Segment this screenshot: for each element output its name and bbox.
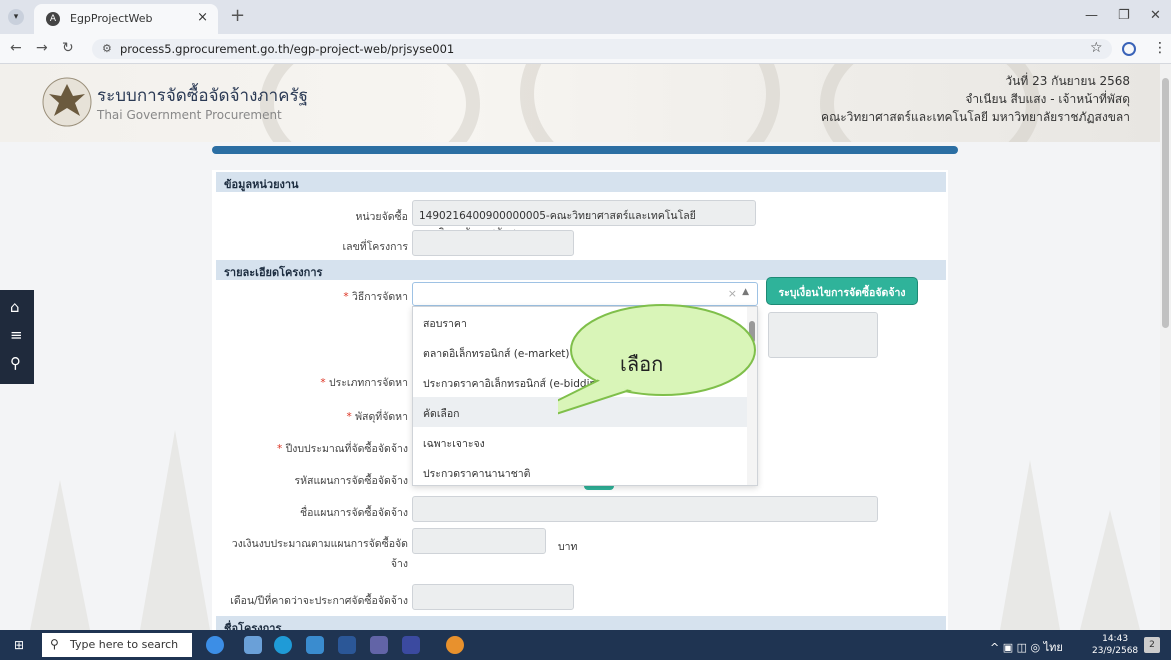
close-window-icon[interactable]: ✕: [1150, 8, 1161, 23]
menu-kebab-icon[interactable]: ⋮: [1153, 40, 1167, 56]
browser-tab-bar: ▾ A EgpProjectWeb × + — ❐ ✕: [0, 0, 1171, 34]
edge-icon[interactable]: [274, 636, 292, 654]
option-international[interactable]: ประกวดราคานานาชาติ: [413, 457, 749, 485]
callout-text: เลือก: [620, 352, 664, 376]
project-no-field: [412, 230, 574, 256]
unit-field: 1490216400900000005-คณะวิทยาศาสตร์และเทค…: [412, 200, 756, 239]
current-date: วันที่ 23 กันยายน 2568: [1005, 74, 1130, 88]
home-icon[interactable]: ⌂: [10, 298, 20, 316]
label-budget-amount: วงเงินงบประมาณตามแผนการจัดซื้อจัด จ้าง: [231, 538, 408, 570]
label-unit: หน่วยจัดซื้อ: [355, 211, 408, 223]
teams-icon[interactable]: [370, 636, 388, 654]
condition-button[interactable]: ระบุเงื่อนไขการจัดซื้อจัดจ้าง: [767, 278, 917, 304]
address-bar: ← → ↻ ⚙ process5.gprocurement.go.th/egp-…: [0, 34, 1171, 64]
plan-name-field: [412, 496, 878, 522]
browser-tab[interactable]: A EgpProjectWeb ×: [34, 4, 218, 34]
chevron-up-icon[interactable]: ▲: [742, 287, 749, 297]
user-name: จำเนียน สีบแสง - เจ้าหน้าที่พัสดุ: [965, 92, 1130, 106]
label-project-no: เลขที่โครงการ: [342, 241, 408, 253]
windows-start-icon[interactable]: ⊞: [14, 638, 28, 652]
notification-icon[interactable]: 2: [1144, 637, 1160, 653]
url-field[interactable]: ⚙ process5.gprocurement.go.th/egp-projec…: [92, 39, 1112, 59]
label-plan-name: ชื่อแผนการจัดซื้อจัดจ้าง: [300, 507, 408, 519]
chrome-icon[interactable]: [446, 636, 464, 654]
label-type: * ประเภทการจัดหา: [320, 377, 408, 389]
clock[interactable]: 14:43 23/9/2568: [1092, 633, 1138, 657]
new-tab-icon[interactable]: +: [230, 5, 245, 26]
label-announce: เดือน/ปีที่คาดว่าจะประกาศจัดซื้อจัดจ้าง: [230, 595, 408, 607]
system-tray[interactable]: ^ ▣ ◫ ◎ ไทย: [990, 638, 1063, 656]
taskbar-search[interactable]: ⚲ Type here to search: [42, 633, 192, 657]
label-supply: * พัสดุที่จัดหา: [346, 411, 408, 423]
unit-baht: บาท: [558, 541, 578, 553]
option-specific[interactable]: เฉพาะเจาะจง: [413, 427, 749, 457]
progress-bar: [212, 146, 958, 154]
url-text: process5.gprocurement.go.th/egp-project-…: [120, 42, 455, 56]
minimize-icon[interactable]: —: [1085, 8, 1098, 23]
section-agency: ข้อมูลหน่วยงาน: [216, 172, 946, 192]
search-icon[interactable]: ⚲: [10, 354, 21, 372]
user-info: วันที่ 23 กันยายน 2568 จำเนียน สีบแสง - …: [821, 72, 1130, 126]
condition-textarea: [768, 312, 878, 358]
reload-icon[interactable]: ↻: [62, 40, 74, 56]
system-name-thai: ระบบการจัดซื้อจัดจ้างภาครัฐ: [97, 86, 309, 106]
back-icon[interactable]: ←: [10, 40, 22, 56]
tab-search-icon[interactable]: ▾: [8, 9, 24, 25]
explorer-icon[interactable]: [306, 636, 324, 654]
site-info-icon[interactable]: ⚙: [102, 42, 112, 55]
announce-field[interactable]: [412, 584, 574, 610]
section-project-detail: รายละเอียดโครงการ: [216, 260, 946, 280]
system-name-english: Thai Government Procurement: [97, 108, 282, 122]
user-org: คณะวิทยาศาสตร์และเทคโนโลยี มหาวิทยาลัยรา…: [821, 110, 1130, 124]
page-scrollbar[interactable]: [1160, 64, 1171, 630]
bookmark-star-icon[interactable]: ☆: [1090, 40, 1103, 56]
app-icon[interactable]: [244, 636, 262, 654]
budget-amount-field: [412, 528, 546, 554]
search-icon: ⚲: [50, 637, 59, 651]
label-method: * วิธีการจัดหา: [343, 291, 408, 303]
forward-icon[interactable]: →: [36, 40, 48, 56]
windows-taskbar: ⊞ ⚲ Type here to search ^ ▣ ◫ ◎ ไทย 14:4…: [0, 630, 1171, 660]
label-plan-code: รหัสแผนการจัดซื้อจัดจ้าง: [294, 475, 408, 487]
widget-icon[interactable]: [206, 636, 224, 654]
clear-icon[interactable]: ×: [728, 287, 737, 300]
left-sidebar: ⌂ ≡ ⚲: [0, 290, 34, 384]
taskbar-search-text: Type here to search: [70, 638, 179, 651]
app-icon-2[interactable]: [402, 636, 420, 654]
garuda-logo-icon: [42, 77, 92, 127]
angular-favicon-icon: A: [46, 12, 60, 26]
profile-icon[interactable]: [1122, 42, 1136, 56]
tab-title: EgpProjectWeb: [70, 12, 153, 25]
close-tab-icon[interactable]: ×: [197, 10, 208, 25]
menu-icon[interactable]: ≡: [10, 326, 23, 344]
restore-icon[interactable]: ❐: [1118, 8, 1130, 23]
word-icon[interactable]: [338, 636, 356, 654]
site-banner: ระบบการจัดซื้อจัดจ้างภาครัฐ Thai Governm…: [0, 64, 1160, 142]
label-budget-year: * ปีงบประมาณที่จัดซื้อจัดจ้าง: [276, 443, 408, 455]
